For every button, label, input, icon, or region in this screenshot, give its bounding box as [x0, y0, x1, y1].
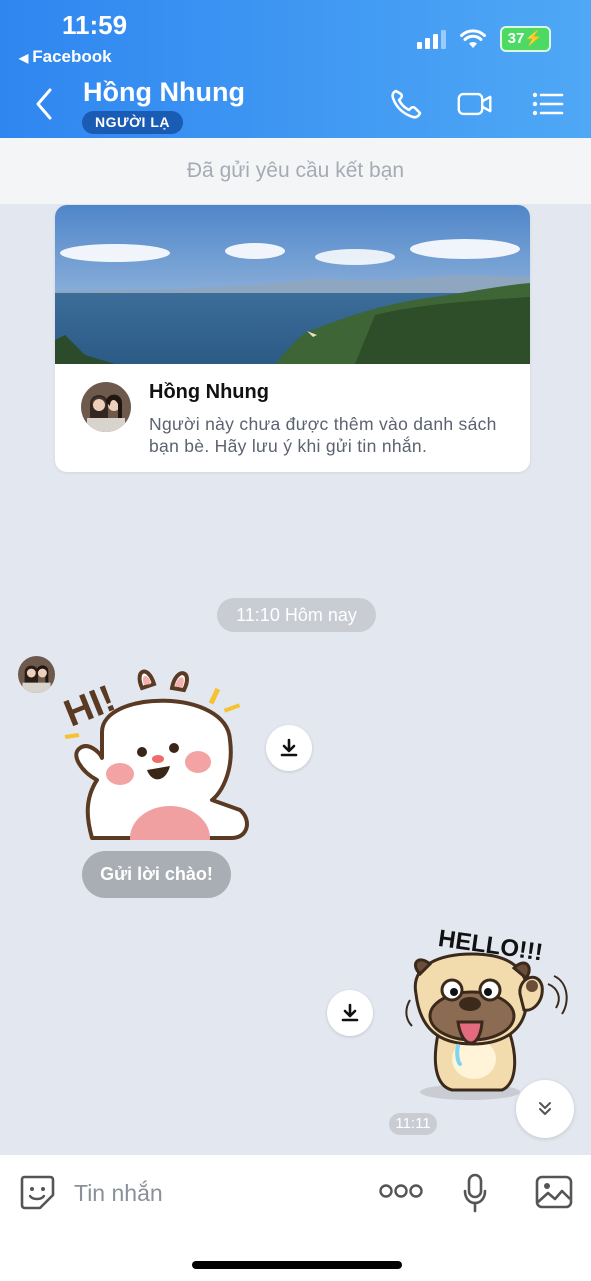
pug-hello-sticker[interactable]: HELLO!!! — [402, 924, 574, 1102]
status-icons: 37⚡ — [416, 26, 551, 52]
download-icon — [280, 738, 298, 757]
bunny-hi-sticker[interactable]: HI! — [59, 660, 254, 870]
download-sticker-button[interactable] — [327, 990, 373, 1036]
cover-photo — [55, 205, 530, 364]
back-to-app-link[interactable]: ◀ Facebook — [19, 47, 112, 67]
wifi-icon — [459, 29, 486, 48]
microphone-icon[interactable] — [462, 1173, 488, 1213]
sender-avatar[interactable] — [18, 656, 55, 693]
home-indicator — [192, 1261, 402, 1269]
contact-name[interactable]: Hồng Nhung — [83, 77, 245, 108]
phone-call-icon[interactable] — [389, 88, 425, 120]
friend-request-status: Đã gửi yêu cầu kết bạn — [0, 138, 591, 204]
download-icon — [341, 1003, 359, 1022]
profile-card[interactable]: Hồng Nhung Người này chưa được thêm vào … — [55, 205, 530, 472]
download-sticker-button[interactable] — [266, 725, 312, 771]
status-time: 11:59 — [62, 10, 128, 40]
message-input-bar — [0, 1154, 591, 1281]
back-app-label: Facebook — [32, 47, 112, 66]
signal-icon — [416, 29, 446, 49]
stranger-badge: NGƯỜI LẠ — [82, 111, 183, 134]
time-separator: 11:10 Hôm nay — [217, 598, 376, 632]
profile-avatar[interactable] — [81, 382, 131, 432]
send-greeting-button[interactable]: Gửi lời chào! — [82, 851, 231, 898]
message-input[interactable] — [72, 1175, 356, 1211]
sent-time: 11:11 — [389, 1113, 437, 1135]
scroll-to-bottom-button[interactable] — [516, 1080, 574, 1138]
back-arrow-icon[interactable] — [30, 86, 60, 122]
battery-icon: 37⚡ — [499, 26, 551, 52]
image-gallery-icon[interactable] — [535, 1175, 573, 1209]
double-chevron-down-icon — [539, 1102, 551, 1115]
stranger-warning: Người này chưa được thêm vào danh sách b… — [149, 414, 497, 456]
video-call-icon[interactable] — [457, 88, 493, 120]
profile-name: Hồng Nhung — [149, 381, 269, 403]
sticker-emoji-icon[interactable] — [18, 1173, 56, 1211]
battery-level: 37 — [507, 30, 525, 47]
more-options-icon[interactable] — [379, 1183, 423, 1199]
chat-header: 11:59 ◀ Facebook 37⚡ Hồng Nhung NGƯỜI LẠ — [0, 0, 591, 138]
back-triangle-icon: ◀ — [19, 51, 29, 65]
menu-list-icon[interactable] — [530, 88, 566, 120]
